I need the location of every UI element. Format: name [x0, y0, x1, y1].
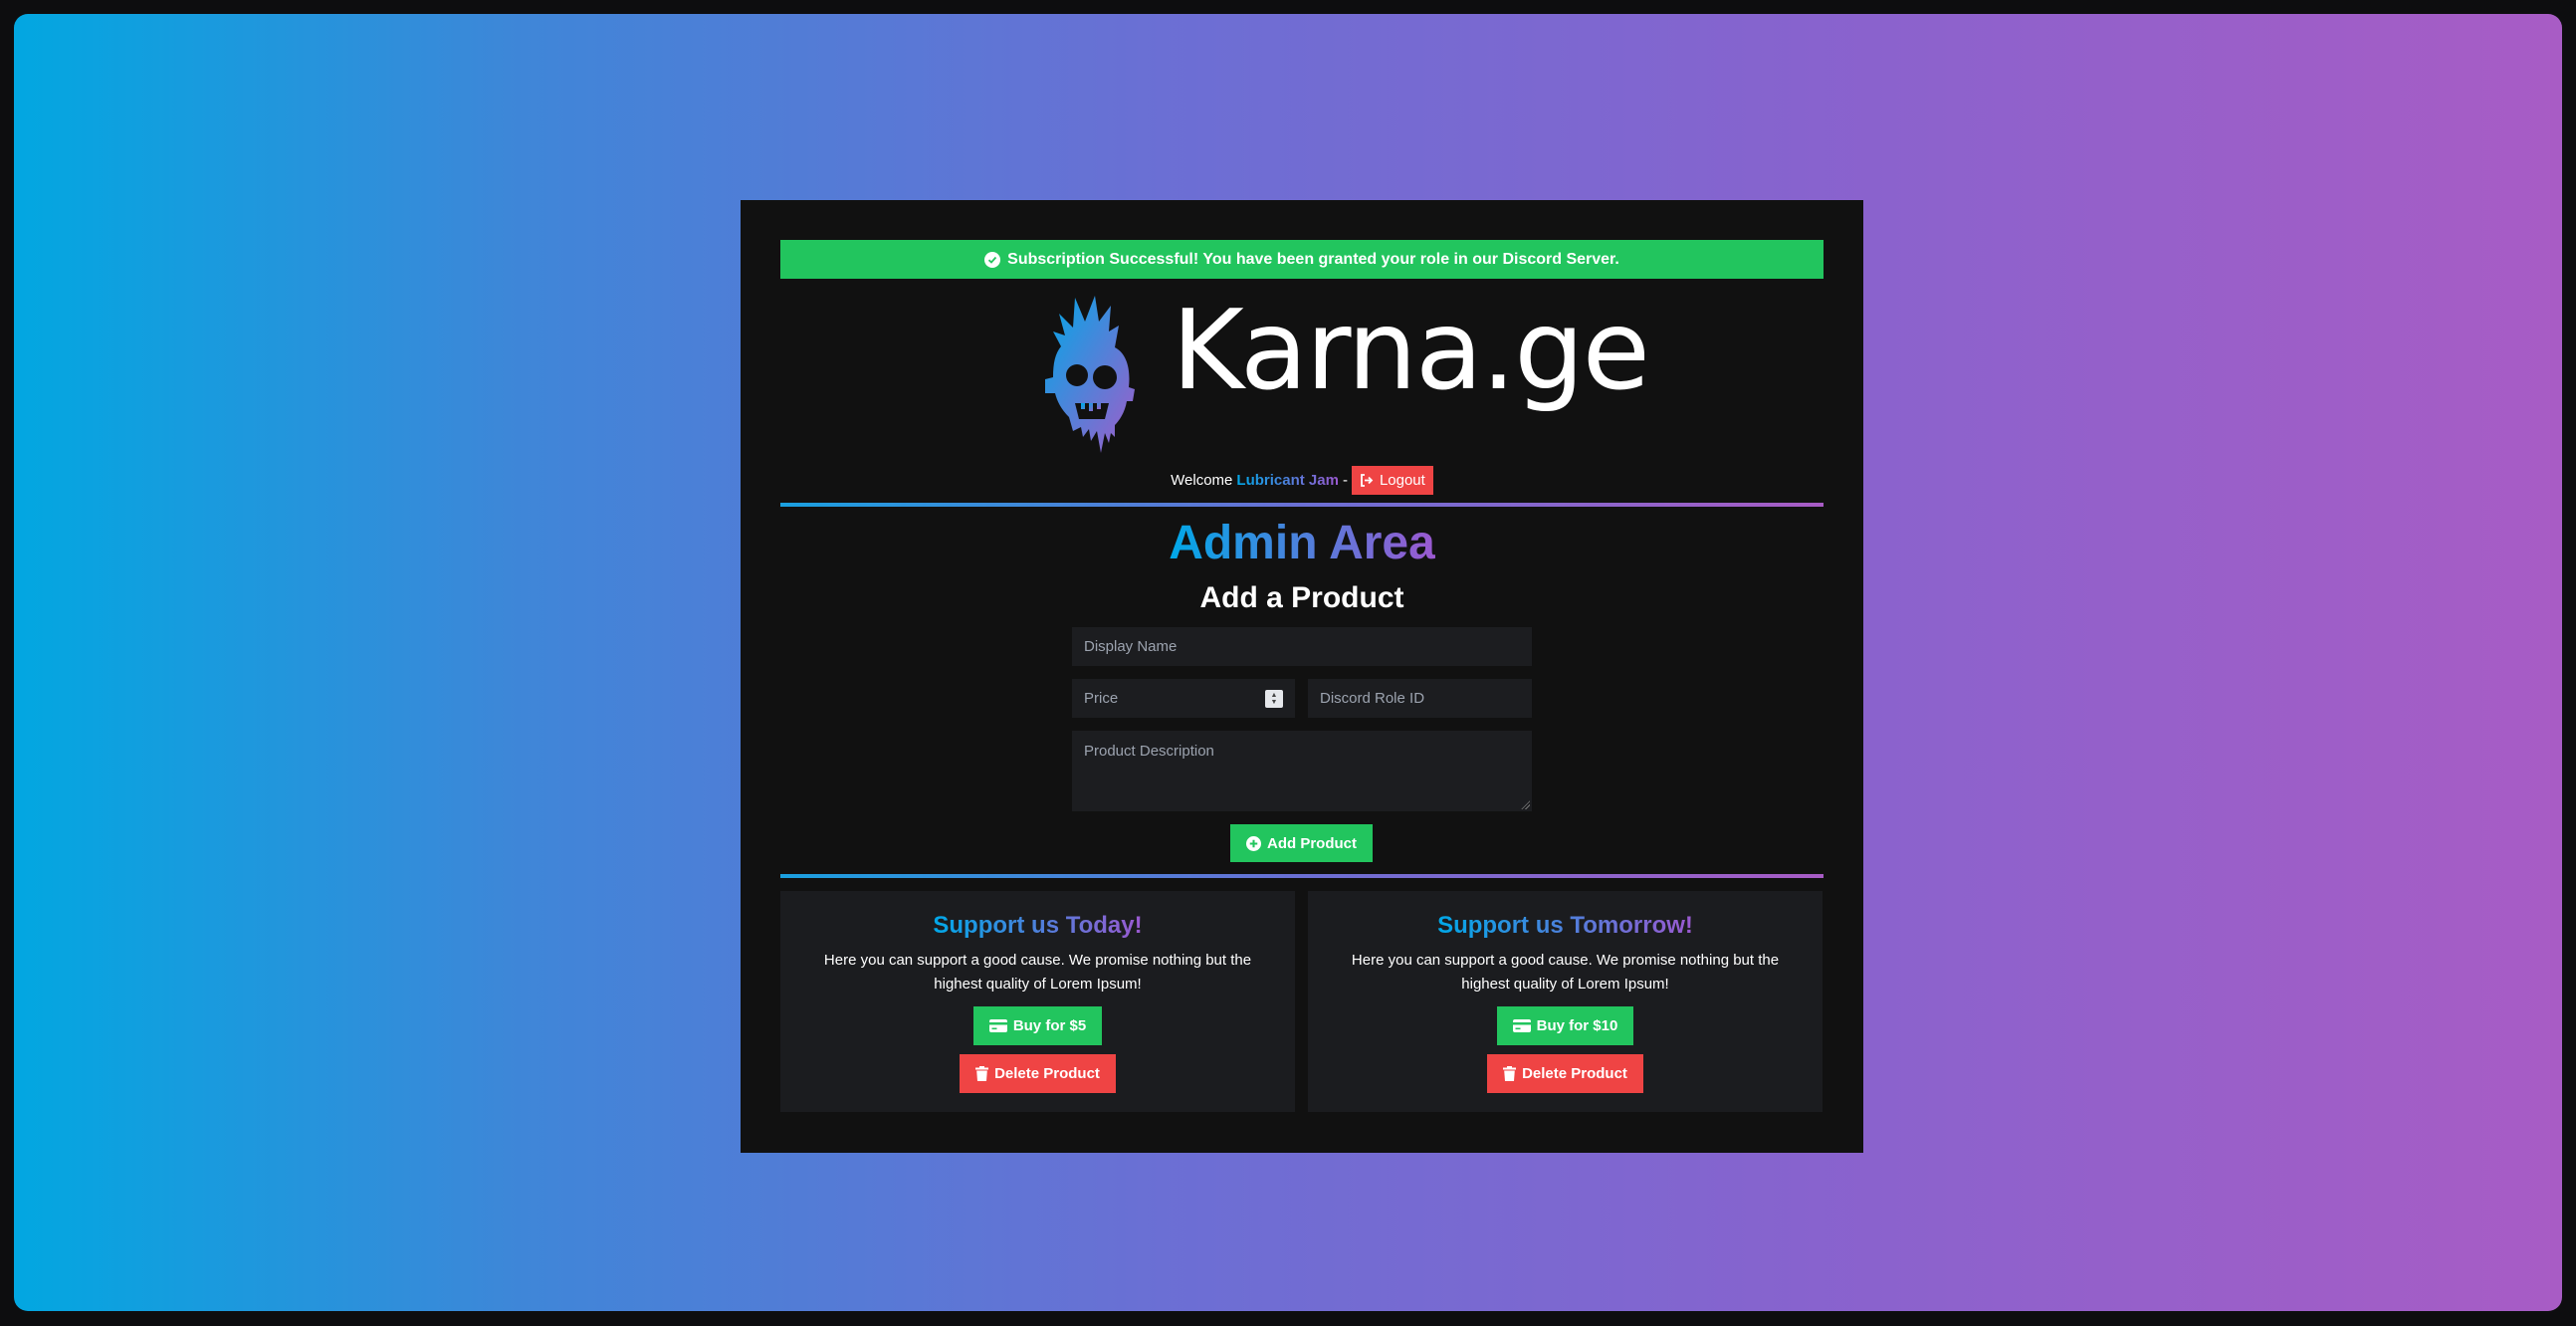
brand-logo[interactable]: Karna.ge [1039, 292, 1650, 461]
main-panel: Subscription Successful! You have been g… [741, 200, 1863, 1153]
price-input[interactable]: Price ▲ ▼ [1072, 679, 1295, 718]
buy-label: Buy for $5 [1012, 1017, 1087, 1034]
buy-label: Buy for $10 [1536, 1017, 1618, 1034]
success-alert: Subscription Successful! You have been g… [780, 240, 1824, 279]
bottom-divider [780, 874, 1824, 878]
credit-card-icon [1512, 1019, 1531, 1032]
resize-handle[interactable] [1520, 799, 1530, 809]
check-circle-icon [984, 251, 1001, 268]
discord-role-id-placeholder: Discord Role ID [1320, 690, 1425, 707]
buy-button[interactable]: Buy for $10 [1496, 1006, 1634, 1045]
product-title-text: Support us Today! [933, 912, 1143, 939]
page-background: Subscription Successful! You have been g… [14, 14, 2562, 1311]
plus-circle-icon [1246, 835, 1261, 851]
display-name-placeholder: Display Name [1084, 638, 1178, 655]
product-title: Support us Tomorrow! [1308, 891, 1823, 941]
buy-button[interactable]: Buy for $5 [972, 1006, 1103, 1045]
logout-label: Logout [1379, 471, 1425, 489]
welcome-label: Welcome [1171, 471, 1233, 489]
trash-icon [975, 1066, 989, 1081]
admin-title: Admin Area [741, 515, 1863, 572]
trash-icon [1503, 1066, 1517, 1081]
add-product-button[interactable]: Add Product [1230, 824, 1373, 862]
logout-button[interactable]: Logout [1351, 465, 1433, 495]
username: Lubricant Jam [1236, 471, 1339, 489]
delete-label: Delete Product [994, 1065, 1100, 1082]
product-description: Here you can support a good cause. We pr… [823, 952, 1252, 993]
product-actions: Buy for $5 Delete Product [780, 996, 1295, 1093]
product-title-text: Support us Tomorrow! [1437, 912, 1693, 939]
delete-product-button[interactable]: Delete Product [960, 1054, 1116, 1093]
delete-label: Delete Product [1522, 1065, 1627, 1082]
brand-name: Karna.ge [1172, 287, 1650, 415]
admin-title-text: Admin Area [1169, 517, 1435, 569]
welcome-bar: Welcome Lubricant Jam - Logout [741, 465, 1863, 495]
discord-role-id-input[interactable]: Discord Role ID [1308, 679, 1532, 718]
product-description-placeholder: Product Description [1084, 743, 1214, 760]
price-stepper[interactable]: ▲ ▼ [1265, 689, 1283, 708]
credit-card-icon [988, 1019, 1007, 1032]
alert-message: Subscription Successful! You have been g… [1007, 250, 1619, 268]
welcome-separator: - [1342, 471, 1348, 489]
top-divider [780, 503, 1824, 507]
display-name-input[interactable]: Display Name [1072, 627, 1532, 666]
delete-product-button[interactable]: Delete Product [1487, 1054, 1643, 1093]
sign-out-icon [1361, 473, 1374, 487]
product-title: Support us Today! [780, 891, 1295, 941]
product-description-textarea[interactable]: Product Description [1072, 731, 1532, 811]
price-placeholder: Price [1084, 690, 1119, 707]
add-product-label: Add Product [1267, 834, 1357, 852]
add-product-heading: Add a Product [1199, 581, 1404, 614]
product-actions: Buy for $10 Delete Product [1308, 996, 1823, 1093]
product-card: Support us Today! Here you can support a… [780, 891, 1295, 1112]
product-card: Support us Tomorrow! Here you can suppor… [1308, 891, 1823, 1112]
product-description: Here you can support a good cause. We pr… [1351, 952, 1780, 993]
zombie-skull-icon [1045, 296, 1135, 453]
